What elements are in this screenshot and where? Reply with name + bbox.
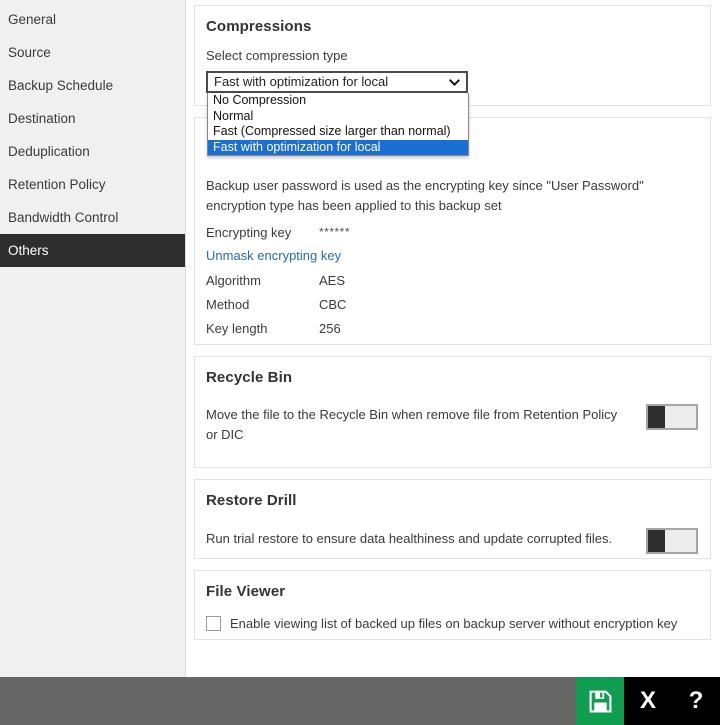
sidebar-item-retention-policy[interactable]: Retention Policy [0, 168, 185, 201]
algorithm-label: Algorithm [206, 273, 319, 288]
encrypting-key-label: Encrypting key [206, 225, 319, 240]
compression-type-select-wrap: Fast with optimization for local No Comp… [206, 71, 468, 93]
sidebar-item-source[interactable]: Source [0, 36, 185, 69]
sidebar-item-others[interactable]: Others [0, 234, 185, 267]
method-label: Method [206, 297, 319, 312]
method-row: Method CBC [206, 292, 698, 316]
file-viewer-row: Enable viewing list of backed up files o… [206, 616, 698, 631]
restore-drill-toggle[interactable] [646, 528, 698, 554]
chevron-down-icon [449, 77, 460, 88]
compression-type-label: Select compression type [206, 48, 698, 63]
encryption-description: Backup user password is used as the encr… [206, 176, 676, 216]
option-fast-with-optimization-for-local[interactable]: Fast with optimization for local [208, 140, 468, 156]
close-x-icon: X [640, 689, 656, 713]
key-length-value: 256 [319, 321, 341, 336]
algorithm-row: Algorithm AES [206, 268, 698, 292]
restore-drill-panel: Restore Drill Run trial restore to ensur… [194, 479, 711, 559]
sidebar-item-label: General [8, 12, 56, 27]
sidebar-item-bandwidth-control[interactable]: Bandwidth Control [0, 201, 185, 234]
unmask-encrypting-key-label: Unmask encrypting key [206, 248, 341, 263]
compression-type-selected-value: Fast with optimization for local [214, 74, 388, 89]
file-viewer-panel: File Viewer Enable viewing list of backe… [194, 570, 711, 640]
option-label: Fast with optimization for local [213, 140, 380, 154]
sidebar-item-label: Others [8, 243, 49, 258]
sidebar-item-label: Retention Policy [8, 177, 106, 192]
option-label: Normal [213, 109, 253, 123]
settings-content: Compressions Select compression type Fas… [186, 0, 720, 677]
sidebar-item-label: Deduplication [8, 144, 90, 159]
option-normal[interactable]: Normal [208, 109, 468, 125]
sidebar-item-backup-schedule[interactable]: Backup Schedule [0, 69, 185, 102]
compressions-panel: Compressions Select compression type Fas… [194, 5, 711, 106]
recycle-bin-title: Recycle Bin [206, 369, 698, 386]
file-viewer-title: File Viewer [206, 583, 698, 600]
compression-type-option-list[interactable]: No Compression Normal Fast (Compressed s… [207, 93, 469, 156]
option-label: Fast (Compressed size larger than normal… [213, 124, 451, 138]
restore-drill-row: Run trial restore to ensure data healthi… [206, 528, 698, 554]
encrypting-key-value: ****** [319, 225, 350, 239]
file-viewer-checkbox-label: Enable viewing list of backed up files o… [230, 616, 677, 631]
recycle-bin-row: Move the file to the Recycle Bin when re… [206, 404, 698, 445]
toggle-knob [648, 530, 665, 552]
restore-drill-description: Run trial restore to ensure data healthi… [206, 528, 612, 549]
sidebar-item-general[interactable]: General [0, 3, 185, 36]
algorithm-value: AES [319, 273, 345, 288]
key-length-row: Key length 256 [206, 316, 698, 340]
option-label: No Compression [213, 93, 306, 107]
file-viewer-checkbox[interactable] [206, 616, 221, 631]
save-button[interactable] [576, 677, 624, 725]
recycle-bin-toggle[interactable] [646, 404, 698, 430]
restore-drill-title: Restore Drill [206, 492, 698, 509]
recycle-bin-description: Move the file to the Recycle Bin when re… [206, 404, 631, 445]
method-value: CBC [319, 297, 346, 312]
encrypting-key-row: Encrypting key ****** [206, 220, 698, 244]
sidebar-item-label: Source [8, 45, 51, 60]
option-fast[interactable]: Fast (Compressed size larger than normal… [208, 124, 468, 140]
compressions-title: Compressions [206, 18, 698, 35]
sidebar-item-label: Backup Schedule [8, 78, 113, 93]
toggle-knob [648, 406, 665, 428]
key-length-label: Key length [206, 321, 319, 336]
close-button[interactable]: X [624, 677, 672, 725]
unmask-encrypting-key-link[interactable]: Unmask encrypting key [206, 244, 698, 268]
option-no-compression[interactable]: No Compression [208, 93, 468, 109]
help-question-icon: ? [689, 689, 704, 713]
sidebar-nav: General Source Backup Schedule Destinati… [0, 0, 186, 677]
bottom-toolbar: X ? [0, 677, 720, 725]
compression-type-select[interactable]: Fast with optimization for local [206, 71, 468, 93]
help-button[interactable]: ? [672, 677, 720, 725]
sidebar-item-deduplication[interactable]: Deduplication [0, 135, 185, 168]
save-floppy-disk-icon [588, 689, 613, 714]
recycle-bin-panel: Recycle Bin Move the file to the Recycle… [194, 356, 711, 468]
settings-window: General Source Backup Schedule Destinati… [0, 0, 720, 677]
sidebar-item-destination[interactable]: Destination [0, 102, 185, 135]
sidebar-item-label: Destination [8, 111, 76, 126]
sidebar-item-label: Bandwidth Control [8, 210, 118, 225]
